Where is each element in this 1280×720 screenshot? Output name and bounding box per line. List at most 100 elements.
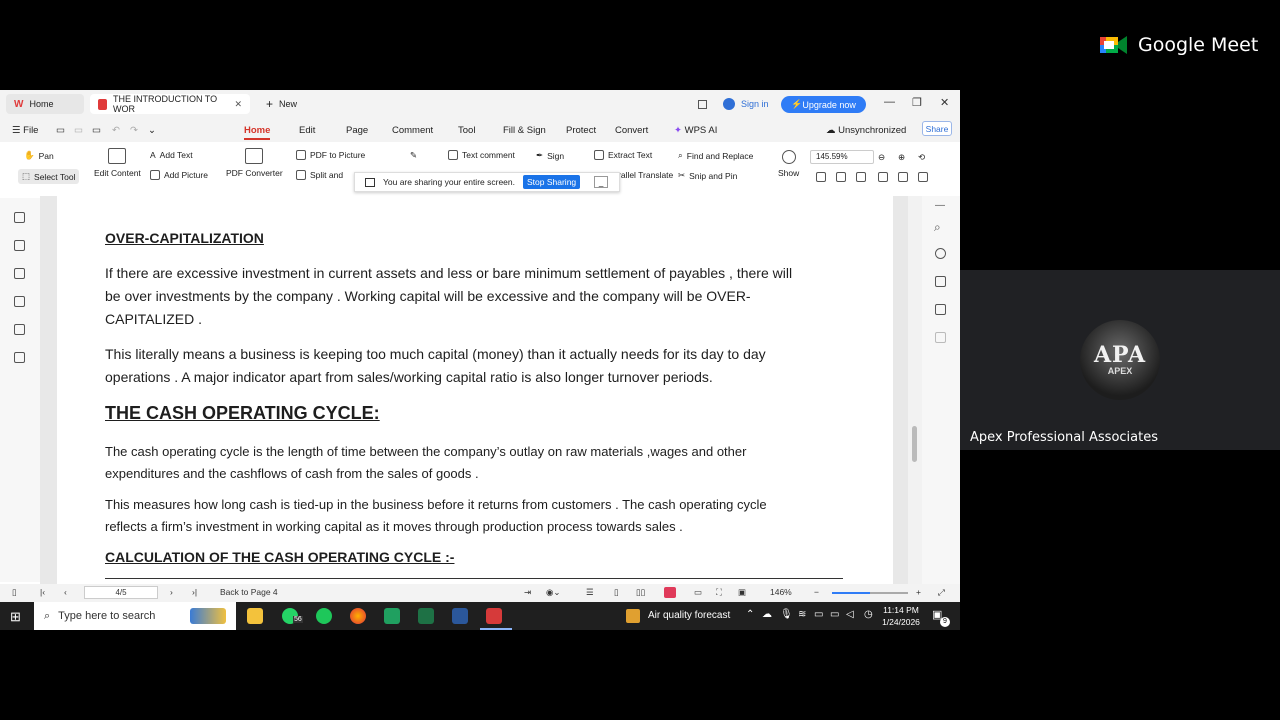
eye-icon[interactable]: ◉⌄ [546, 587, 561, 598]
fit-icon[interactable]: ▭ [694, 587, 702, 598]
menu-edit[interactable]: Edit [299, 125, 315, 136]
scrollbar-thumb[interactable] [912, 426, 917, 462]
wifi-icon[interactable]: ≋ [798, 609, 806, 620]
chevron-down-icon[interactable]: ⌄ [148, 125, 156, 136]
volume-icon[interactable]: ◁ [846, 609, 854, 620]
minimize-banner-button[interactable]: _ [594, 176, 609, 188]
zoom-in-icon[interactable]: ⊕ [898, 152, 905, 163]
save-icon[interactable]: ▭ [74, 125, 83, 136]
pan-tool[interactable]: ✋ Pan [24, 150, 54, 161]
tab-home[interactable]: W Home [6, 94, 84, 114]
tray-chevron-icon[interactable]: ⌃ [746, 609, 754, 620]
file-explorer-icon[interactable] [247, 608, 263, 624]
file-menu[interactable]: ☰ File [12, 125, 38, 136]
user-icon[interactable] [723, 98, 735, 110]
wps-pdf-icon[interactable] [486, 608, 502, 624]
sign-button[interactable]: ✒ Sign [536, 150, 564, 161]
collapse-icon[interactable]: — [935, 200, 945, 211]
menu-tool[interactable]: Tool [458, 125, 475, 136]
split-button[interactable]: Split and [296, 170, 343, 180]
attachment-icon[interactable] [14, 296, 25, 307]
undo-icon[interactable]: ↶ [112, 125, 120, 136]
text-comment-button[interactable]: Text comment [448, 150, 515, 160]
sign-in-link[interactable]: Sign in [741, 99, 769, 109]
excel-icon[interactable] [418, 608, 434, 624]
add-picture-button[interactable]: Add Picture [150, 170, 208, 180]
weather-text[interactable]: Air quality forecast [648, 610, 730, 621]
search-panel-icon[interactable]: ⌕ [934, 220, 941, 235]
stop-sharing-button[interactable]: Stop Sharing [523, 175, 581, 189]
zoom-percent[interactable]: 146% [770, 587, 792, 597]
parallel-translate-button[interactable]: rallel Translate [618, 170, 673, 180]
single-page-icon[interactable] [878, 172, 888, 182]
zoom-select[interactable]: 145.59% [810, 150, 874, 164]
document-viewport[interactable]: OVER-CAPITALIZATION If there are excessi… [40, 196, 908, 584]
menu-fill-sign[interactable]: Fill & Sign [503, 125, 546, 136]
menu-wps-ai[interactable]: ✦ WPS AI [674, 125, 717, 136]
extract-text-button[interactable]: Extract Text [594, 150, 652, 160]
signature-panel-icon[interactable] [14, 324, 25, 335]
find-replace-button[interactable]: ⌕ Find and Replace [678, 150, 753, 161]
phone-app-icon[interactable] [316, 608, 332, 624]
settings-icon[interactable] [935, 276, 946, 287]
fit-width-icon[interactable] [836, 172, 846, 182]
last-page-icon[interactable]: ›| [192, 587, 197, 597]
read-mode-icon[interactable]: ▣ [738, 587, 746, 598]
firefox-icon[interactable] [350, 608, 366, 624]
rotate-icon[interactable]: ⟲ [918, 152, 925, 163]
menu-home[interactable]: Home [244, 125, 271, 140]
record-icon[interactable] [664, 587, 676, 598]
window-icon[interactable] [698, 99, 707, 109]
help-icon[interactable] [935, 248, 946, 259]
show-button[interactable]: Show [778, 150, 799, 178]
sidebar-toggle-icon[interactable]: ▯ [12, 587, 17, 598]
edit-content-button[interactable]: Edit Content [94, 148, 141, 178]
comment-panel-icon[interactable] [14, 268, 25, 279]
menu-protect[interactable]: Protect [566, 125, 596, 136]
menu-comment[interactable]: Comment [392, 125, 433, 136]
windows-start-icon[interactable]: ⊞ [10, 609, 21, 625]
add-text-button[interactable]: A Add Text [150, 150, 193, 160]
zoom-out-icon[interactable]: ⊖ [878, 152, 885, 163]
close-icon[interactable]: ✕ [234, 99, 242, 110]
word-icon[interactable] [452, 608, 468, 624]
upgrade-button[interactable]: ⚡ Upgrade now [781, 96, 866, 113]
display-icon[interactable]: ▭ [814, 609, 823, 620]
sync-status[interactable]: ☁ Unsynchronized [826, 125, 906, 136]
fullscreen-fit-icon[interactable]: ⛶ [716, 587, 722, 598]
book-icon[interactable] [935, 304, 946, 315]
export-icon[interactable]: ⇥ [524, 587, 531, 598]
share-button[interactable]: Share [922, 121, 952, 136]
pen-tool[interactable]: ✎ [410, 150, 417, 161]
restore-window-button[interactable]: ❐ [912, 96, 922, 109]
expand-icon[interactable]: ⤢ [938, 587, 945, 598]
battery-icon[interactable]: ▭ [830, 609, 839, 620]
fit-page-icon[interactable] [816, 172, 826, 182]
open-folder-icon[interactable]: ▭ [56, 125, 65, 136]
double-page-icon[interactable] [898, 172, 908, 182]
grid-icon[interactable] [935, 332, 946, 343]
first-page-icon[interactable]: |‹ [40, 587, 45, 597]
print-icon[interactable]: ▭ [92, 125, 101, 136]
minimize-window-button[interactable]: — [884, 96, 895, 108]
layers-icon[interactable] [14, 352, 25, 363]
zoom-out-small-icon[interactable]: − [814, 587, 819, 597]
close-window-button[interactable]: ✕ [940, 96, 949, 109]
tab-document[interactable]: THE INTRODUCTION TO WOR ✕ [90, 94, 250, 114]
snip-pin-button[interactable]: ✂ Snip and Pin [678, 170, 737, 181]
prev-page-icon[interactable]: ‹ [64, 587, 67, 597]
double-view-icon[interactable]: ▯▯ [636, 587, 645, 598]
sheets-icon[interactable] [384, 608, 400, 624]
scroll-mode-icon[interactable]: ☰ [586, 587, 594, 598]
thumbnail-icon[interactable] [14, 240, 25, 251]
search-highlight-icon[interactable] [190, 608, 226, 624]
single-view-icon[interactable]: ▯ [614, 587, 619, 598]
redo-icon[interactable]: ↷ [130, 125, 138, 136]
bookmark-icon[interactable] [14, 212, 25, 223]
taskbar-clock[interactable]: 11:14 PM 1/24/2026 [876, 604, 926, 628]
menu-page[interactable]: Page [346, 125, 368, 136]
actual-size-icon[interactable] [856, 172, 866, 182]
zoom-in-small-icon[interactable]: + [916, 587, 921, 597]
select-tool[interactable]: ⬚ Select Tool [18, 169, 80, 184]
weather-icon[interactable] [626, 609, 640, 623]
